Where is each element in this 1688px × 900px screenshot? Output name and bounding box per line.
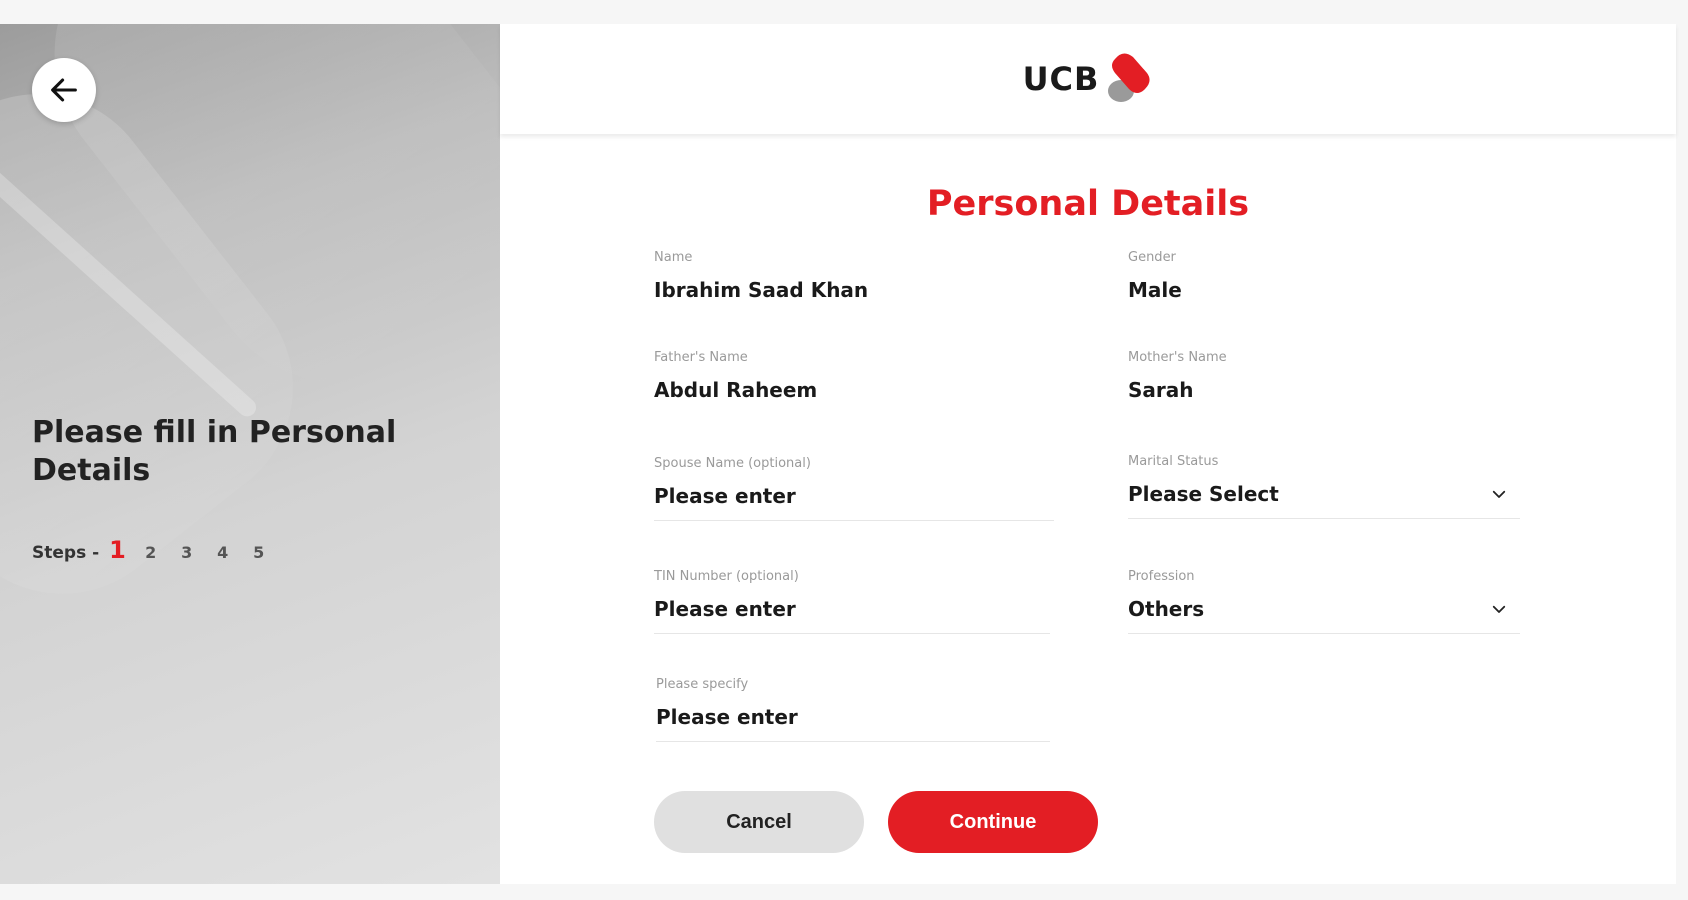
- profession-label: Profession: [1128, 569, 1195, 584]
- tin-number-input[interactable]: Please enter: [654, 597, 1050, 634]
- name-field: Name Ibrahim Saad Khan: [654, 250, 1054, 314]
- continue-button[interactable]: Continue: [888, 791, 1098, 853]
- name-label: Name: [654, 250, 693, 265]
- step-2: 2: [145, 543, 157, 562]
- left-panel: Please fill in Personal Details Steps - …: [0, 24, 500, 884]
- gender-label: Gender: [1128, 250, 1176, 265]
- spouse-name-label: Spouse Name (optional): [654, 456, 811, 471]
- spouse-name-field[interactable]: Spouse Name (optional) Please enter: [654, 456, 1054, 521]
- step-4: 4: [217, 543, 229, 562]
- father-name-value: Abdul Raheem: [654, 378, 818, 402]
- steps-label: Steps -: [32, 543, 100, 563]
- mother-name-value: Sarah: [1128, 378, 1194, 402]
- chevron-down-icon[interactable]: [1490, 485, 1508, 503]
- marital-status-field[interactable]: Marital Status Please Select: [1128, 454, 1520, 519]
- step-3: 3: [181, 543, 193, 562]
- profession-select[interactable]: Others: [1128, 597, 1520, 634]
- app-frame: Please fill in Personal Details Steps - …: [0, 24, 1676, 884]
- ucb-logo-mark: [1108, 53, 1150, 102]
- ucb-logo: UCB: [1023, 49, 1154, 109]
- gender-field: Gender Male: [1128, 250, 1528, 314]
- name-value: Ibrahim Saad Khan: [654, 278, 869, 302]
- header: UCB: [500, 24, 1676, 134]
- steps-indicator: Steps - 1 2 3 4 5: [32, 536, 289, 564]
- profession-value: Others: [1128, 597, 1205, 621]
- step-1: 1: [109, 536, 126, 564]
- please-specify-field[interactable]: Please specify Please enter: [656, 677, 1050, 742]
- mother-name-label: Mother's Name: [1128, 350, 1227, 365]
- marital-status-label: Marital Status: [1128, 454, 1219, 469]
- father-name-label: Father's Name: [654, 350, 748, 365]
- chevron-down-icon[interactable]: [1490, 600, 1508, 618]
- father-name-field: Father's Name Abdul Raheem: [654, 350, 1054, 414]
- marital-status-value: Please Select: [1128, 482, 1279, 506]
- marital-status-select[interactable]: Please Select: [1128, 482, 1520, 519]
- logo-text: UCB: [1022, 60, 1100, 98]
- arrow-left-icon: [51, 78, 77, 102]
- cancel-button[interactable]: Cancel: [654, 791, 864, 853]
- back-button[interactable]: [32, 58, 96, 122]
- profession-field[interactable]: Profession Others: [1128, 569, 1520, 634]
- tin-number-label: TIN Number (optional): [654, 569, 799, 584]
- gender-value: Male: [1128, 278, 1182, 302]
- step-5: 5: [253, 543, 265, 562]
- please-specify-label: Please specify: [656, 677, 749, 692]
- form-title: Personal Details: [926, 184, 1250, 224]
- mother-name-field: Mother's Name Sarah: [1128, 350, 1528, 414]
- tin-number-field[interactable]: TIN Number (optional) Please enter: [654, 569, 1050, 634]
- left-panel-title: Please fill in Personal Details: [32, 415, 397, 488]
- please-specify-input[interactable]: Please enter: [656, 705, 1050, 742]
- spouse-name-input[interactable]: Please enter: [654, 484, 1054, 521]
